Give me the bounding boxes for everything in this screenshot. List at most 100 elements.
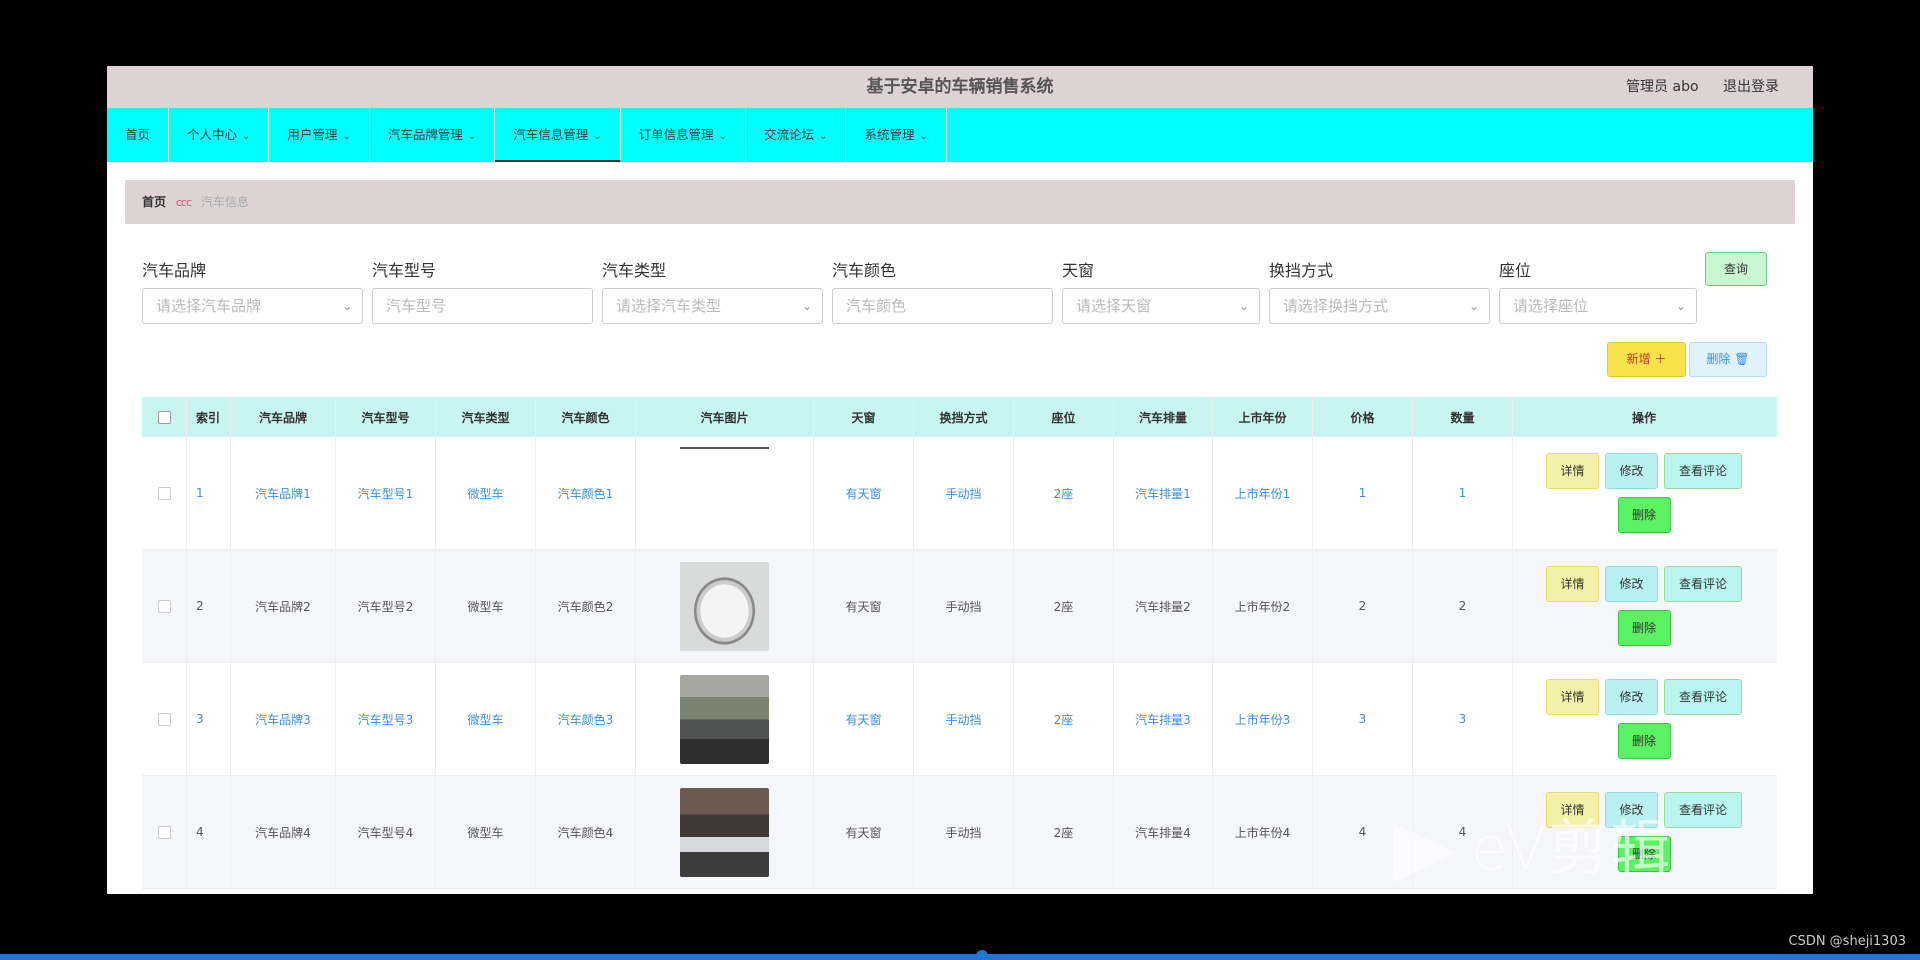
- car-image-broken[interactable]: [680, 447, 769, 449]
- nav-item-order-management[interactable]: 订单信息管理 ⌄: [621, 108, 747, 162]
- column-header: 操作: [1631, 410, 1656, 425]
- model-input[interactable]: 汽车型号: [372, 288, 593, 324]
- row-checkbox[interactable]: [157, 712, 171, 726]
- column-header: 汽车品牌: [231, 397, 336, 437]
- car-image[interactable]: [680, 674, 769, 764]
- car-image[interactable]: [680, 561, 769, 651]
- car-image-cell: [636, 550, 814, 662]
- chevron-down-icon: ⌄: [467, 131, 477, 142]
- row-checkbox[interactable]: [157, 825, 171, 839]
- filter-type: 汽车类型 请选择汽车类型 ⌄: [602, 258, 823, 324]
- delete-row-button[interactable]: 删除: [1617, 497, 1671, 533]
- filter-brand: 汽车品牌 请选择汽车品牌 ⌄: [142, 258, 363, 324]
- detail-button[interactable]: 详情: [1546, 453, 1599, 489]
- color-cell: 汽车颜色4: [536, 776, 636, 888]
- delete-row-button[interactable]: 删除: [1617, 610, 1671, 646]
- chevron-down-icon: ⌄: [718, 131, 728, 142]
- nav-item-personal-center[interactable]: 个人中心 ⌄: [169, 108, 270, 162]
- gear-cell: 手动挡: [914, 437, 1014, 549]
- progress-handle[interactable]: [976, 950, 988, 960]
- nav-item-system-management[interactable]: 系统管理 ⌄: [846, 108, 947, 162]
- year-cell: 上市年份3: [1213, 663, 1313, 775]
- displacement-cell: 汽车排量3: [1114, 663, 1213, 775]
- column-header: 汽车排量: [1114, 397, 1213, 437]
- seats-select[interactable]: 请选择座位 ⌄: [1499, 288, 1697, 324]
- table-row: 1 汽车品牌1 汽车型号1 微型车 汽车颜色1 有天窗 手动挡 2座 汽车排量1…: [142, 437, 1777, 550]
- brand-cell: 汽车品牌1: [231, 437, 336, 549]
- row-select-cell: [142, 550, 187, 662]
- seats-cell: 2座: [1014, 663, 1114, 775]
- price-cell: 1: [1313, 437, 1413, 549]
- qty-cell: 3: [1413, 663, 1513, 775]
- user-area: 管理员 abo 退出登录: [1606, 66, 1779, 108]
- actions-cell: 详情 修改 查看评论 删除: [1513, 550, 1775, 662]
- qty-cell: 2: [1413, 550, 1513, 662]
- sunroof-cell: 有天窗: [814, 437, 914, 549]
- add-button[interactable]: 新增 ＋: [1607, 342, 1686, 377]
- column-header: 汽车类型: [436, 397, 536, 437]
- query-button[interactable]: 查询: [1705, 252, 1767, 286]
- filter-label: 汽车类型: [602, 261, 667, 280]
- row-checkbox[interactable]: [157, 599, 171, 613]
- table-row: 3 汽车品牌3 汽车型号3 微型车 汽车颜色3 有天窗 手动挡 2座 汽车排量3…: [142, 663, 1777, 776]
- brand-cell: 汽车品牌2: [231, 550, 336, 662]
- seats-cell: 2座: [1014, 776, 1114, 888]
- video-watermark: eV剪辑: [1393, 800, 1723, 884]
- brand-select[interactable]: 请选择汽车品牌 ⌄: [142, 288, 363, 324]
- detail-button[interactable]: 详情: [1546, 566, 1599, 602]
- logout-link[interactable]: 退出登录: [1723, 79, 1779, 95]
- nav-item-brand-management[interactable]: 汽车品牌管理 ⌄: [370, 108, 496, 162]
- breadcrumb-separator-icon: ccc: [175, 196, 192, 209]
- chevron-down-icon: ⌄: [819, 131, 828, 142]
- nav-item-forum[interactable]: 交流论坛 ⌄: [746, 108, 847, 162]
- color-cell: 汽车颜色3: [536, 663, 636, 775]
- breadcrumb-home[interactable]: 首页: [142, 195, 166, 209]
- column-header: 汽车颜色: [536, 397, 636, 437]
- edit-button[interactable]: 修改: [1605, 679, 1658, 715]
- delete-row-button[interactable]: 删除: [1617, 723, 1671, 759]
- type-select[interactable]: 请选择汽车类型 ⌄: [602, 288, 823, 324]
- car-image-cell: [636, 663, 814, 775]
- filter-label: 汽车颜色: [832, 261, 897, 280]
- view-reviews-button[interactable]: 查看评论: [1664, 453, 1742, 489]
- chevron-down-icon: ⌄: [593, 131, 602, 142]
- breadcrumb-current: 汽车信息: [200, 195, 249, 209]
- model-cell: 汽车型号2: [336, 550, 436, 662]
- select-all-checkbox[interactable]: [157, 410, 171, 424]
- gear-cell: 手动挡: [914, 663, 1014, 775]
- sunroof-select[interactable]: 请选择天窗 ⌄: [1062, 288, 1260, 324]
- chevron-down-icon: ⌄: [1238, 299, 1249, 313]
- breadcrumb: 首页 ccc 汽车信息: [125, 180, 1795, 224]
- nav-item-home[interactable]: 首页: [107, 108, 170, 162]
- app-title: 基于安卓的车辆销售系统: [866, 77, 1054, 97]
- row-select-cell: [142, 437, 187, 549]
- filter-label: 天窗: [1062, 261, 1095, 280]
- main-nav: 首页 个人中心 ⌄ 用户管理 ⌄ 汽车品牌管理 ⌄ 汽车信息管理 ⌄ 订单信息管理 ⌄ 交…: [107, 108, 1813, 162]
- gear-select[interactable]: 请选择换挡方式 ⌄: [1269, 288, 1490, 324]
- car-image[interactable]: [680, 787, 769, 877]
- edit-button[interactable]: 修改: [1605, 566, 1658, 602]
- qty-cell: 1: [1413, 437, 1513, 549]
- detail-button[interactable]: 详情: [1546, 679, 1599, 715]
- actions-cell: 详情 修改 查看评论 删除: [1513, 437, 1775, 549]
- filter-color: 汽车颜色 汽车颜色: [832, 258, 1053, 324]
- row-checkbox[interactable]: [157, 486, 171, 500]
- year-cell: 上市年份2: [1213, 550, 1313, 662]
- actions-cell: 详情 修改 查看评论 删除: [1513, 663, 1775, 775]
- car-image-cell: [636, 437, 814, 549]
- video-progress-bar[interactable]: [0, 954, 1920, 960]
- edit-button[interactable]: 修改: [1605, 453, 1658, 489]
- table-row: 2 汽车品牌2 汽车型号2 微型车 汽车颜色2 有天窗 手动挡 2座 汽车排量2…: [142, 550, 1777, 663]
- year-cell: 上市年份4: [1213, 776, 1313, 888]
- chevron-down-icon: ⌄: [801, 299, 812, 313]
- view-reviews-button[interactable]: 查看评论: [1664, 566, 1742, 602]
- filter-model: 汽车型号 汽车型号: [372, 258, 593, 324]
- gear-cell: 手动挡: [914, 550, 1014, 662]
- view-reviews-button[interactable]: 查看评论: [1664, 679, 1742, 715]
- nav-item-user-management[interactable]: 用户管理 ⌄: [269, 108, 370, 162]
- bulk-delete-button[interactable]: 删除 🗑: [1689, 342, 1767, 377]
- seats-cell: 2座: [1014, 437, 1114, 549]
- color-input[interactable]: 汽车颜色: [832, 288, 1053, 324]
- nav-item-car-info-management[interactable]: 汽车信息管理 ⌄: [495, 108, 621, 162]
- column-header: 汽车图片: [636, 397, 814, 437]
